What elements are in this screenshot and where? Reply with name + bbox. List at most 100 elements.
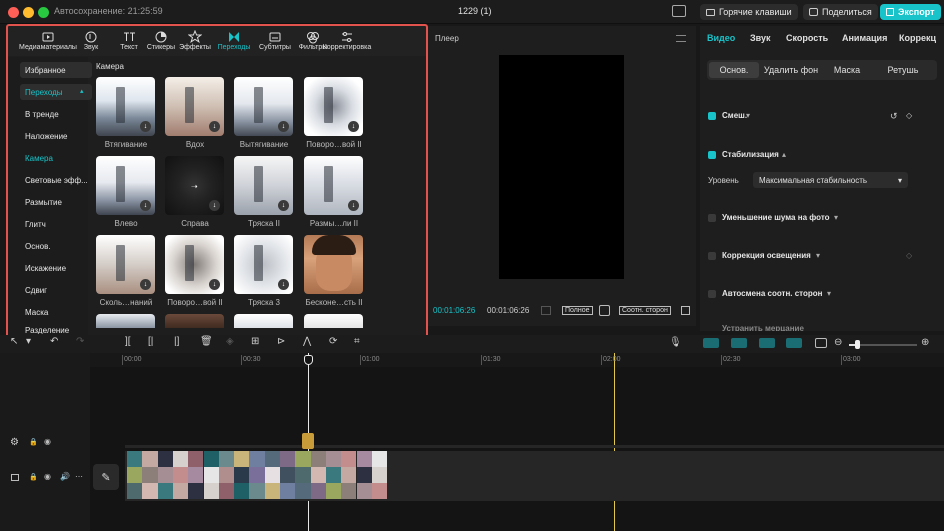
magnet-link-icon[interactable] xyxy=(703,338,719,348)
video-clip-frame[interactable] xyxy=(295,467,311,483)
sidebar-item[interactable]: В тренде xyxy=(20,106,92,122)
sidebar-item[interactable]: Наложение xyxy=(20,128,92,144)
video-clip-frame[interactable] xyxy=(280,467,296,483)
video-clip-frame[interactable] xyxy=(172,451,189,467)
cover-edit-button[interactable]: ✎ xyxy=(93,464,119,490)
close-window-button[interactable] xyxy=(8,7,19,18)
tab-effects[interactable]: Эффекты xyxy=(174,29,216,51)
sidebar-item[interactable]: Сдвиг xyxy=(20,282,92,298)
sidebar-item[interactable]: Глитч xyxy=(20,216,92,232)
download-icon[interactable]: ↓ xyxy=(348,121,359,132)
stabilization-collapse-icon[interactable]: ▴ xyxy=(782,150,786,159)
video-clip-frame[interactable] xyxy=(188,467,204,483)
preview-icon[interactable] xyxy=(815,338,827,348)
lighting-expand-icon[interactable]: ▾ xyxy=(816,251,820,260)
split-icon[interactable] xyxy=(786,338,802,348)
video-clip-frame[interactable] xyxy=(234,451,250,467)
zoom-out-icon[interactable]: ⊖ xyxy=(834,337,842,348)
inspector-tab[interactable]: Видео xyxy=(707,33,735,43)
transition-card[interactable]: ↓ Вдох xyxy=(165,77,235,155)
transition-thumbnail[interactable]: ↓ xyxy=(234,77,293,136)
download-icon[interactable]: ↓ xyxy=(278,279,289,290)
transition-thumbnail-partial[interactable] xyxy=(165,314,224,328)
transition-thumbnail[interactable]: ↓ xyxy=(96,77,155,136)
inspector-subtab[interactable]: Удалить фон xyxy=(763,62,819,78)
tab-transitions[interactable]: Переходы xyxy=(213,30,255,51)
transition-thumbnail[interactable]: ↓ xyxy=(234,235,293,294)
lighting-checkbox[interactable] xyxy=(708,252,716,260)
transition-card[interactable]: ↓ Влево xyxy=(96,156,166,234)
video-clip-frame[interactable] xyxy=(310,467,326,483)
video-clip-frame[interactable] xyxy=(172,467,189,483)
video-clip-frame[interactable] xyxy=(356,451,372,467)
inspector-tab[interactable]: Звук xyxy=(750,33,770,43)
play-reverse-icon[interactable]: ⊳ xyxy=(277,336,285,347)
fullscreen-icon[interactable] xyxy=(681,306,690,315)
tab-media[interactable]: Медиаматериалы xyxy=(18,30,78,51)
video-clip-frame[interactable] xyxy=(157,451,173,467)
rotate-icon[interactable]: ⟳ xyxy=(329,336,337,347)
transition-thumbnail[interactable]: ↓ xyxy=(165,77,224,136)
video-preview[interactable] xyxy=(499,55,624,279)
inspector-tab[interactable]: Анимация xyxy=(842,33,887,43)
video-clip-frame[interactable] xyxy=(127,451,143,467)
video-clip-frame[interactable] xyxy=(325,451,342,467)
download-icon[interactable]: ↓ xyxy=(140,121,151,132)
grid-icon[interactable] xyxy=(541,306,551,315)
tab-subtitles[interactable]: Субтитры xyxy=(254,30,296,51)
inspector-tab[interactable]: Коррекция xyxy=(899,33,936,43)
fullscreen-quality-button[interactable]: Полное xyxy=(562,306,593,315)
mirror-icon[interactable]: ⋀ xyxy=(303,336,311,347)
denoise-checkbox[interactable] xyxy=(708,214,716,222)
video-clip-frame[interactable] xyxy=(218,451,235,467)
video-clip-frame[interactable] xyxy=(203,483,219,499)
hotkeys-button[interactable]: Горячие клавиши xyxy=(700,4,798,20)
level-select[interactable]: Максимальная стабильность ▾ xyxy=(753,172,908,188)
shield-icon[interactable]: ◈ xyxy=(226,336,234,347)
delete-icon[interactable]: 🗑 xyxy=(200,336,213,347)
transition-card[interactable]: ↓ Размы…ли II xyxy=(304,156,374,234)
video-clip-frame[interactable] xyxy=(218,467,235,483)
video-clip-frame[interactable] xyxy=(371,483,388,499)
auto-ratio-expand-icon[interactable]: ▾ xyxy=(827,289,831,298)
transition-card[interactable]: ↓ Вытягивание xyxy=(234,77,304,155)
video-clip-frame[interactable] xyxy=(188,451,204,467)
playhead-handle[interactable] xyxy=(304,355,313,365)
transition-thumbnail[interactable]: ↓ xyxy=(96,156,155,215)
video-clip-frame[interactable] xyxy=(142,467,158,483)
transition-thumbnail[interactable]: ↓ xyxy=(234,156,293,215)
keyframe-icon[interactable]: ◇ xyxy=(906,111,912,120)
video-clip-frame[interactable] xyxy=(295,483,311,499)
transition-thumbnail-partial[interactable] xyxy=(96,314,155,328)
zoom-in-icon[interactable]: ⊕ xyxy=(921,337,929,348)
audio-icon[interactable]: 🔊 xyxy=(60,472,70,481)
aspect-ratio-button[interactable]: Соотн. сторон xyxy=(619,306,671,315)
video-clip-frame[interactable] xyxy=(188,483,204,499)
adjustment-clip[interactable] xyxy=(302,433,314,449)
video-clip-frame[interactable] xyxy=(142,483,158,499)
transition-thumbnail-partial[interactable] xyxy=(234,314,293,328)
transition-card[interactable]: ↓ Втягивание xyxy=(96,77,166,155)
transition-card[interactable]: ↓ Поворо…вой II xyxy=(304,77,374,155)
auto-ratio-checkbox[interactable] xyxy=(708,290,716,298)
zoom-slider-thumb[interactable] xyxy=(855,340,860,349)
sidebar-item[interactable]: Размытие xyxy=(20,194,92,210)
stabilization-checkbox[interactable] xyxy=(708,151,716,159)
video-lock-icon[interactable]: 🔒 xyxy=(29,473,38,481)
tab-audio[interactable]: Звук xyxy=(70,30,112,51)
video-clip-frame[interactable] xyxy=(341,483,357,499)
transition-thumbnail[interactable]: ➝ ↓ xyxy=(165,156,224,215)
transition-card[interactable]: Бесконе…сть II xyxy=(304,235,374,313)
transition-card[interactable]: ↓ Сколь…наний xyxy=(96,235,166,313)
video-clip-frame[interactable] xyxy=(157,467,173,483)
sidebar-item[interactable]: Разделение xyxy=(20,326,92,334)
download-icon[interactable]: ↓ xyxy=(278,200,289,211)
sidebar-item[interactable]: Световые эфф... xyxy=(20,172,92,188)
select-icon[interactable]: ↖ xyxy=(10,336,18,347)
download-icon[interactable]: ↓ xyxy=(209,121,220,132)
transition-card[interactable]: ↓ Тряска 3 xyxy=(234,235,304,313)
video-clip-frame[interactable] xyxy=(371,451,388,467)
denoise-expand-icon[interactable]: ▾ xyxy=(834,213,838,222)
blend-expand-icon[interactable]: ▾ xyxy=(746,111,750,120)
lock-icon[interactable]: 🔒 xyxy=(29,438,38,446)
